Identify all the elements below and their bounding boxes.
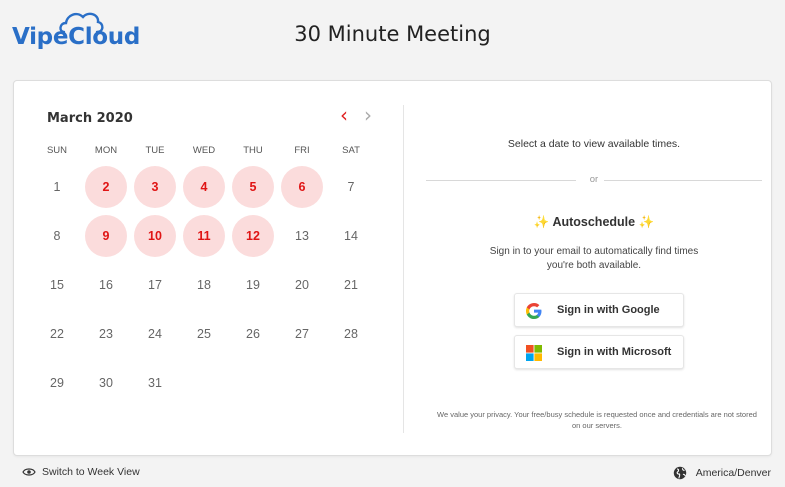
calendar-day: 21 <box>344 278 358 292</box>
calendar-day: 16 <box>99 278 113 292</box>
prev-month-button[interactable]: ‹ <box>334 103 354 127</box>
available-day[interactable]: 11 <box>183 215 225 257</box>
calendar-day: 17 <box>148 278 162 292</box>
weekday-label: TUE <box>145 145 165 156</box>
calendar-day: 14 <box>344 229 358 243</box>
available-day[interactable]: 2 <box>85 166 127 208</box>
calendar-day: 1 <box>53 180 61 194</box>
calendar-day: 15 <box>50 278 64 292</box>
available-day[interactable]: 12 <box>232 215 274 257</box>
panel-divider <box>403 105 404 433</box>
calendar-day: 30 <box>99 376 113 390</box>
calendar-day: 19 <box>246 278 260 292</box>
google-button-label: Sign in with Google <box>557 304 660 316</box>
calendar-day: 22 <box>50 327 64 341</box>
calendar-day: 27 <box>295 327 309 341</box>
calendar-day: 13 <box>295 229 309 243</box>
sparkle-icon: ✨ <box>638 215 655 229</box>
available-day[interactable]: 4 <box>183 166 225 208</box>
eye-icon <box>22 468 36 476</box>
separator-line-right <box>604 180 762 181</box>
weekday-label: THU <box>243 145 263 156</box>
calendar-day: 7 <box>347 180 355 194</box>
timezone-selector[interactable]: America/Denver <box>673 466 771 480</box>
calendar-day: 29 <box>50 376 64 390</box>
next-month-button[interactable]: › <box>358 103 378 127</box>
calendar-day: 28 <box>344 327 358 341</box>
week-view-label: Switch to Week View <box>42 466 140 478</box>
sparkle-icon: ✨ <box>533 215 550 229</box>
calendar-day: 8 <box>53 229 61 243</box>
scheduler-card: March 2020 ‹ › SUN MON TUE WED THU FRI SAT 123… <box>13 80 772 456</box>
sign-in-google-button[interactable]: Sign in with Google <box>514 293 684 327</box>
or-separator: or <box>426 174 762 186</box>
weekday-label: MON <box>94 145 118 156</box>
available-day[interactable]: 6 <box>281 166 323 208</box>
autoschedule-heading: ✨ Autoschedule ✨ <box>426 215 762 230</box>
autoschedule-title: Autoschedule <box>552 215 636 229</box>
weekday-label: FRI <box>294 145 310 156</box>
microsoft-button-label: Sign in with Microsoft <box>557 346 672 358</box>
calendar-day: 18 <box>197 278 211 292</box>
calendar-day: 24 <box>148 327 162 341</box>
privacy-note: We value your privacy. Your free/busy sc… <box>437 410 757 430</box>
weekday-label: SUN <box>46 145 68 156</box>
calendar-day: 23 <box>99 327 113 341</box>
available-day[interactable]: 3 <box>134 166 176 208</box>
google-icon <box>526 303 542 319</box>
page-title: 30 Minute Meeting <box>294 22 491 46</box>
calendar-day: 25 <box>197 327 211 341</box>
available-day[interactable]: 5 <box>232 166 274 208</box>
weekday-label: SAT <box>342 145 360 156</box>
globe-icon <box>674 466 687 480</box>
select-date-prompt: Select a date to view available times. <box>507 138 681 150</box>
autoschedule-description: Sign in to your email to automatically f… <box>489 246 699 271</box>
microsoft-icon <box>526 345 542 361</box>
available-day[interactable]: 9 <box>85 215 127 257</box>
month-label: March 2020 <box>47 111 133 126</box>
calendar-day: 31 <box>148 376 162 390</box>
calendar-day: 20 <box>295 278 309 292</box>
autoschedule-panel: Select a date to view available times. o… <box>426 81 762 457</box>
sign-in-microsoft-button[interactable]: Sign in with Microsoft <box>514 335 684 369</box>
weekday-label: WED <box>192 145 216 156</box>
calendar-day: 26 <box>246 327 260 341</box>
timezone-label: America/Denver <box>695 466 771 479</box>
available-day[interactable]: 10 <box>134 215 176 257</box>
